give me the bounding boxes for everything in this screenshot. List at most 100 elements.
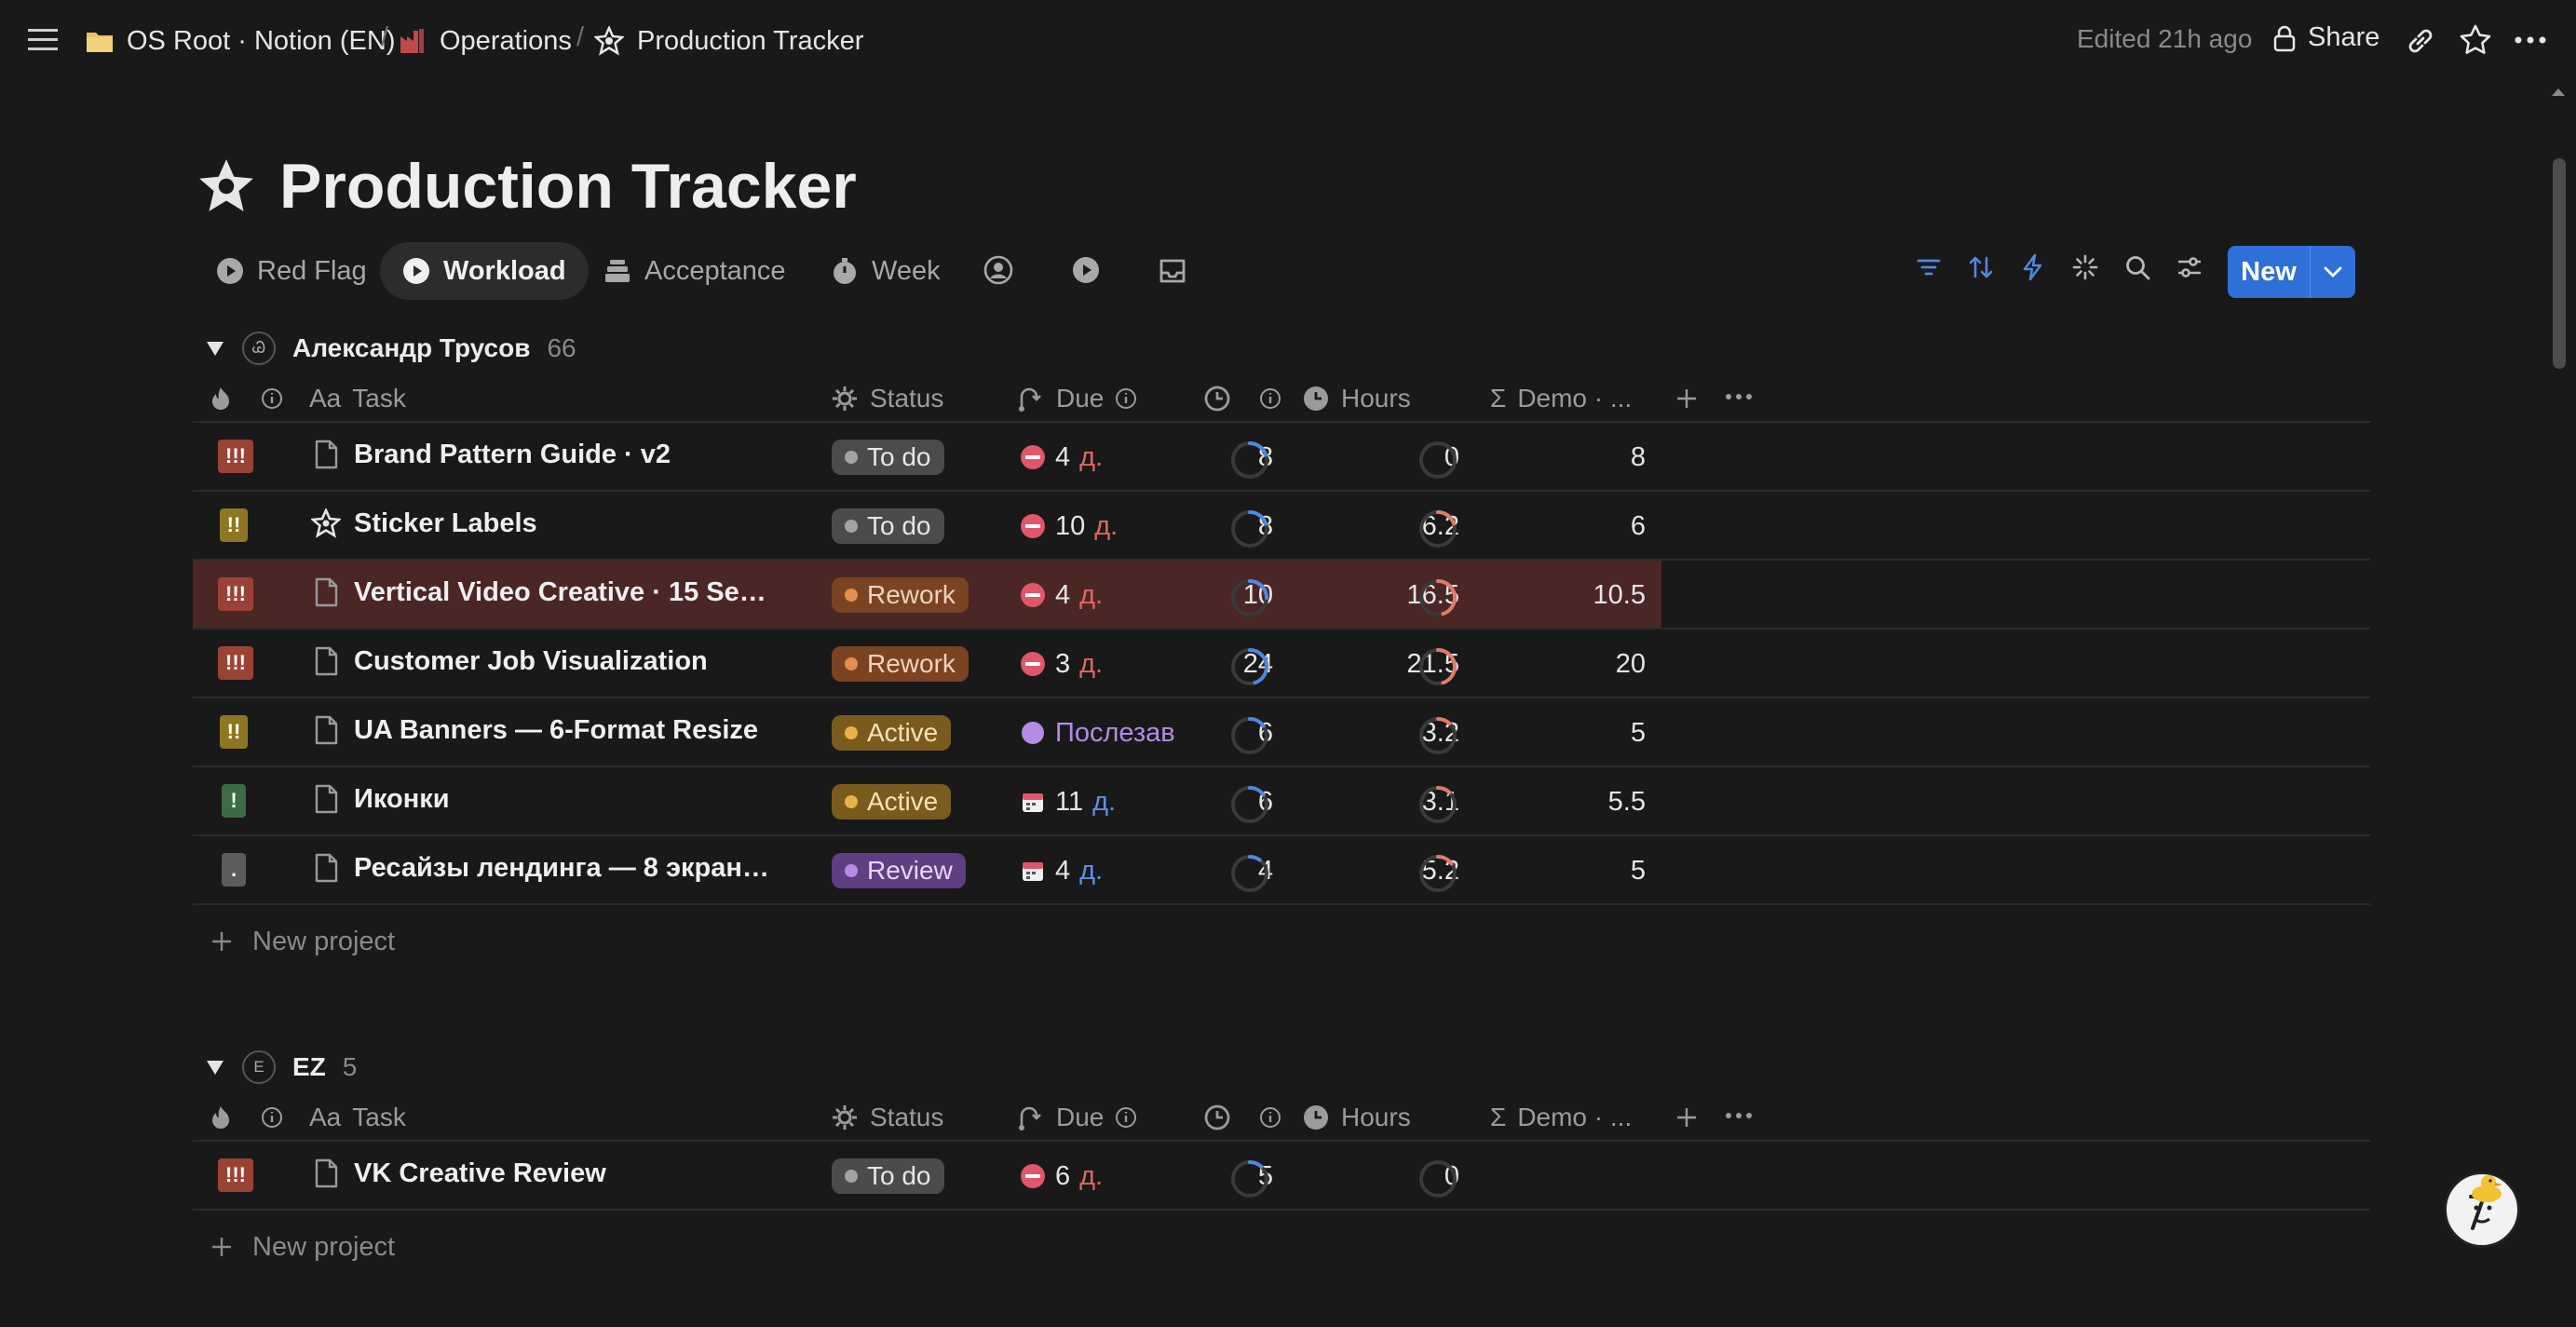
task-name[interactable]: Customer Job Visualization (354, 646, 708, 677)
column-options-icon[interactable] (1725, 376, 1753, 421)
row-divider (193, 1209, 2370, 1211)
priority-badge[interactable]: !!! (218, 646, 253, 680)
overdue-stop-icon (1020, 1163, 1046, 1189)
breadcrumb-current[interactable]: Production Tracker (594, 22, 863, 60)
task-name[interactable]: Brand Pattern Guide · v2 (354, 440, 671, 470)
group-header[interactable]: E EZ 5 (205, 1045, 357, 1090)
sort-icon[interactable] (1967, 253, 1995, 281)
task-name[interactable]: UA Banners — 6-Format Resize (354, 715, 758, 746)
due-date[interactable]: 10 д. (1020, 508, 1118, 544)
priority-badge[interactable]: !!! (218, 1158, 253, 1192)
column-label: Demo · ... (1517, 384, 1633, 413)
tab-week[interactable]: Week (808, 242, 963, 300)
estimate-column-header (1203, 376, 1231, 421)
demo-column-header[interactable]: Σ Demo · ... (1490, 376, 1632, 421)
settings-sliders-icon[interactable] (2176, 253, 2203, 281)
table-row[interactable]: !! UA Banners — 6-Format Resize Active Посл… (193, 698, 2370, 765)
task-name[interactable]: Sticker Labels (354, 508, 537, 539)
page-title: Production Tracker (196, 144, 857, 228)
breadcrumb-parent[interactable]: Operations (399, 22, 572, 60)
link-icon[interactable] (2405, 25, 2436, 57)
status-badge[interactable]: To do (832, 508, 944, 544)
add-column-icon[interactable] (1674, 376, 1699, 421)
inbox-icon[interactable] (1158, 255, 1187, 285)
column-options-icon[interactable] (1725, 1095, 1753, 1140)
priority-badge[interactable]: !!! (218, 440, 253, 473)
task-name[interactable]: VK Creative Review (354, 1158, 606, 1189)
status-column-header[interactable]: Status (831, 1095, 943, 1140)
favorite-star-icon[interactable] (2459, 23, 2492, 57)
task-name[interactable]: Ресайзы лендинга — 8 экранов п... (354, 853, 778, 884)
status-badge[interactable]: Active (832, 784, 952, 819)
table-row[interactable]: !! Sticker Labels To do 10 д. 8 6.2 6 (193, 492, 2370, 559)
demo-value: 5 (1630, 717, 1646, 748)
collapse-triangle-icon[interactable] (205, 1057, 225, 1077)
table-row[interactable]: ! Иконки Active 11 д. 6 3.1 5.5 (193, 767, 2370, 834)
group-name[interactable]: EZ (292, 1052, 326, 1082)
due-date[interactable]: 3 д. (1020, 646, 1103, 682)
priority-badge[interactable]: !! (220, 508, 248, 542)
demo-column-header[interactable]: Σ Demo · ... (1490, 1095, 1632, 1140)
collapse-triangle-icon[interactable] (205, 338, 225, 359)
sparkle-icon[interactable] (2071, 253, 2099, 281)
table-row[interactable]: !!! VK Creative Review To do 6 д. 5 0 (193, 1142, 2370, 1209)
group-name[interactable]: Александр Трусов (292, 333, 530, 363)
tab-workload[interactable]: Workload (380, 242, 589, 300)
status-badge[interactable]: Review (832, 853, 966, 888)
due-column-header[interactable]: Due (1017, 1095, 1137, 1140)
menu-icon[interactable] (28, 26, 60, 54)
priority-badge[interactable]: !!! (218, 577, 253, 611)
filter-icon[interactable] (1915, 253, 1943, 281)
group-header[interactable]: Ꮚ Александр Трусов 66 (205, 326, 576, 371)
scrollbar-thumb[interactable] (2553, 158, 2566, 369)
due-date[interactable]: 11 д. (1020, 784, 1116, 819)
due-date[interactable]: 4 д. (1020, 853, 1103, 888)
info-column-header (1259, 376, 1281, 421)
priority-badge[interactable]: ! (222, 784, 246, 818)
tab-acceptance[interactable]: Acceptance (581, 242, 808, 300)
automation-bolt-icon[interactable] (2019, 253, 2047, 281)
play-circle-icon[interactable] (1071, 255, 1101, 285)
chevron-down-icon[interactable] (2311, 265, 2355, 278)
due-date[interactable]: 4 д. (1020, 440, 1103, 475)
new-project-button[interactable]: New project (210, 1225, 395, 1268)
status-column-header[interactable]: Status (831, 376, 943, 421)
priority-badge[interactable]: . (222, 853, 246, 887)
status-badge[interactable]: Rework (832, 646, 969, 682)
task-column-header[interactable]: Aa Task (309, 1095, 406, 1140)
table-row[interactable]: !!! Customer Job Visualization Rework 3 д. 24… (193, 630, 2370, 697)
task-name[interactable]: Иконки (354, 784, 450, 815)
page-icon (311, 440, 341, 469)
new-project-button[interactable]: New project (210, 920, 395, 963)
breadcrumb-root[interactable]: OS Root · Notion (EN) (86, 22, 395, 60)
status-badge[interactable]: To do (832, 440, 944, 475)
tab-red-flag[interactable]: Red Flag (194, 242, 389, 300)
share-button[interactable]: Share (2272, 22, 2379, 53)
page-title-text[interactable]: Production Tracker (279, 150, 857, 223)
due-date[interactable]: 6 д. (1020, 1158, 1103, 1194)
table-row[interactable]: !!! Brand Pattern Guide · v2 To do 4 д. 8 0 8 (193, 423, 2370, 490)
task-name[interactable]: Vertical Video Creative · 15 Seconds (354, 577, 778, 608)
table-row[interactable]: !!! Vertical Video Creative · 15 Seconds R… (193, 561, 2370, 628)
add-column-icon[interactable] (1674, 1095, 1699, 1140)
due-column-header[interactable]: Due (1017, 376, 1137, 421)
avatar: Ꮚ (242, 332, 276, 365)
column-label: Status (870, 384, 944, 413)
sum-icon: Σ (1490, 1103, 1507, 1131)
status-badge[interactable]: To do (832, 1158, 944, 1194)
new-button[interactable]: New (2228, 246, 2355, 298)
task-column-header[interactable]: Aa Task (309, 376, 406, 421)
hours-column-header[interactable]: Hours (1302, 1095, 1411, 1140)
status-badge[interactable]: Active (832, 715, 952, 751)
hours-column-header[interactable]: Hours (1302, 376, 1411, 421)
info-column-header (261, 1095, 283, 1140)
due-date[interactable]: 4 д. (1020, 577, 1103, 613)
priority-badge[interactable]: !! (220, 715, 248, 749)
due-date[interactable]: Послезав (1020, 715, 1175, 751)
more-options-icon[interactable] (2515, 35, 2546, 45)
table-row[interactable]: . Ресайзы лендинга — 8 экранов п... Review… (193, 836, 2370, 903)
status-badge[interactable]: Rework (832, 577, 969, 613)
person-circle-icon[interactable] (983, 255, 1013, 285)
search-icon[interactable] (2123, 253, 2151, 281)
star-badge-icon[interactable] (196, 156, 257, 217)
